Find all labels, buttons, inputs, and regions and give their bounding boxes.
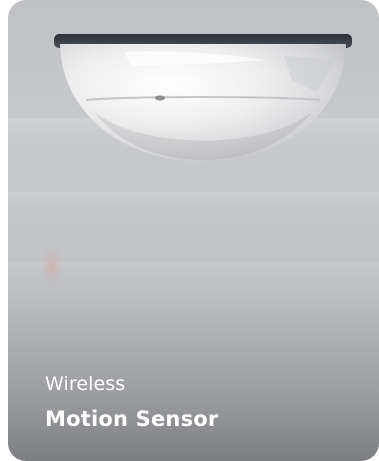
ceiling-highlight [8, 262, 379, 276]
background-light-spot [42, 248, 62, 284]
ceiling-highlight [8, 192, 379, 210]
card-title: Motion Sensor [45, 407, 219, 431]
card-caption: Wireless Motion Sensor [45, 372, 218, 432]
sensor-lens-dot [155, 95, 165, 101]
card-subtitle: Wireless [45, 373, 126, 395]
product-card[interactable]: Wireless Motion Sensor [8, 0, 379, 461]
motion-sensor-image [54, 0, 352, 170]
